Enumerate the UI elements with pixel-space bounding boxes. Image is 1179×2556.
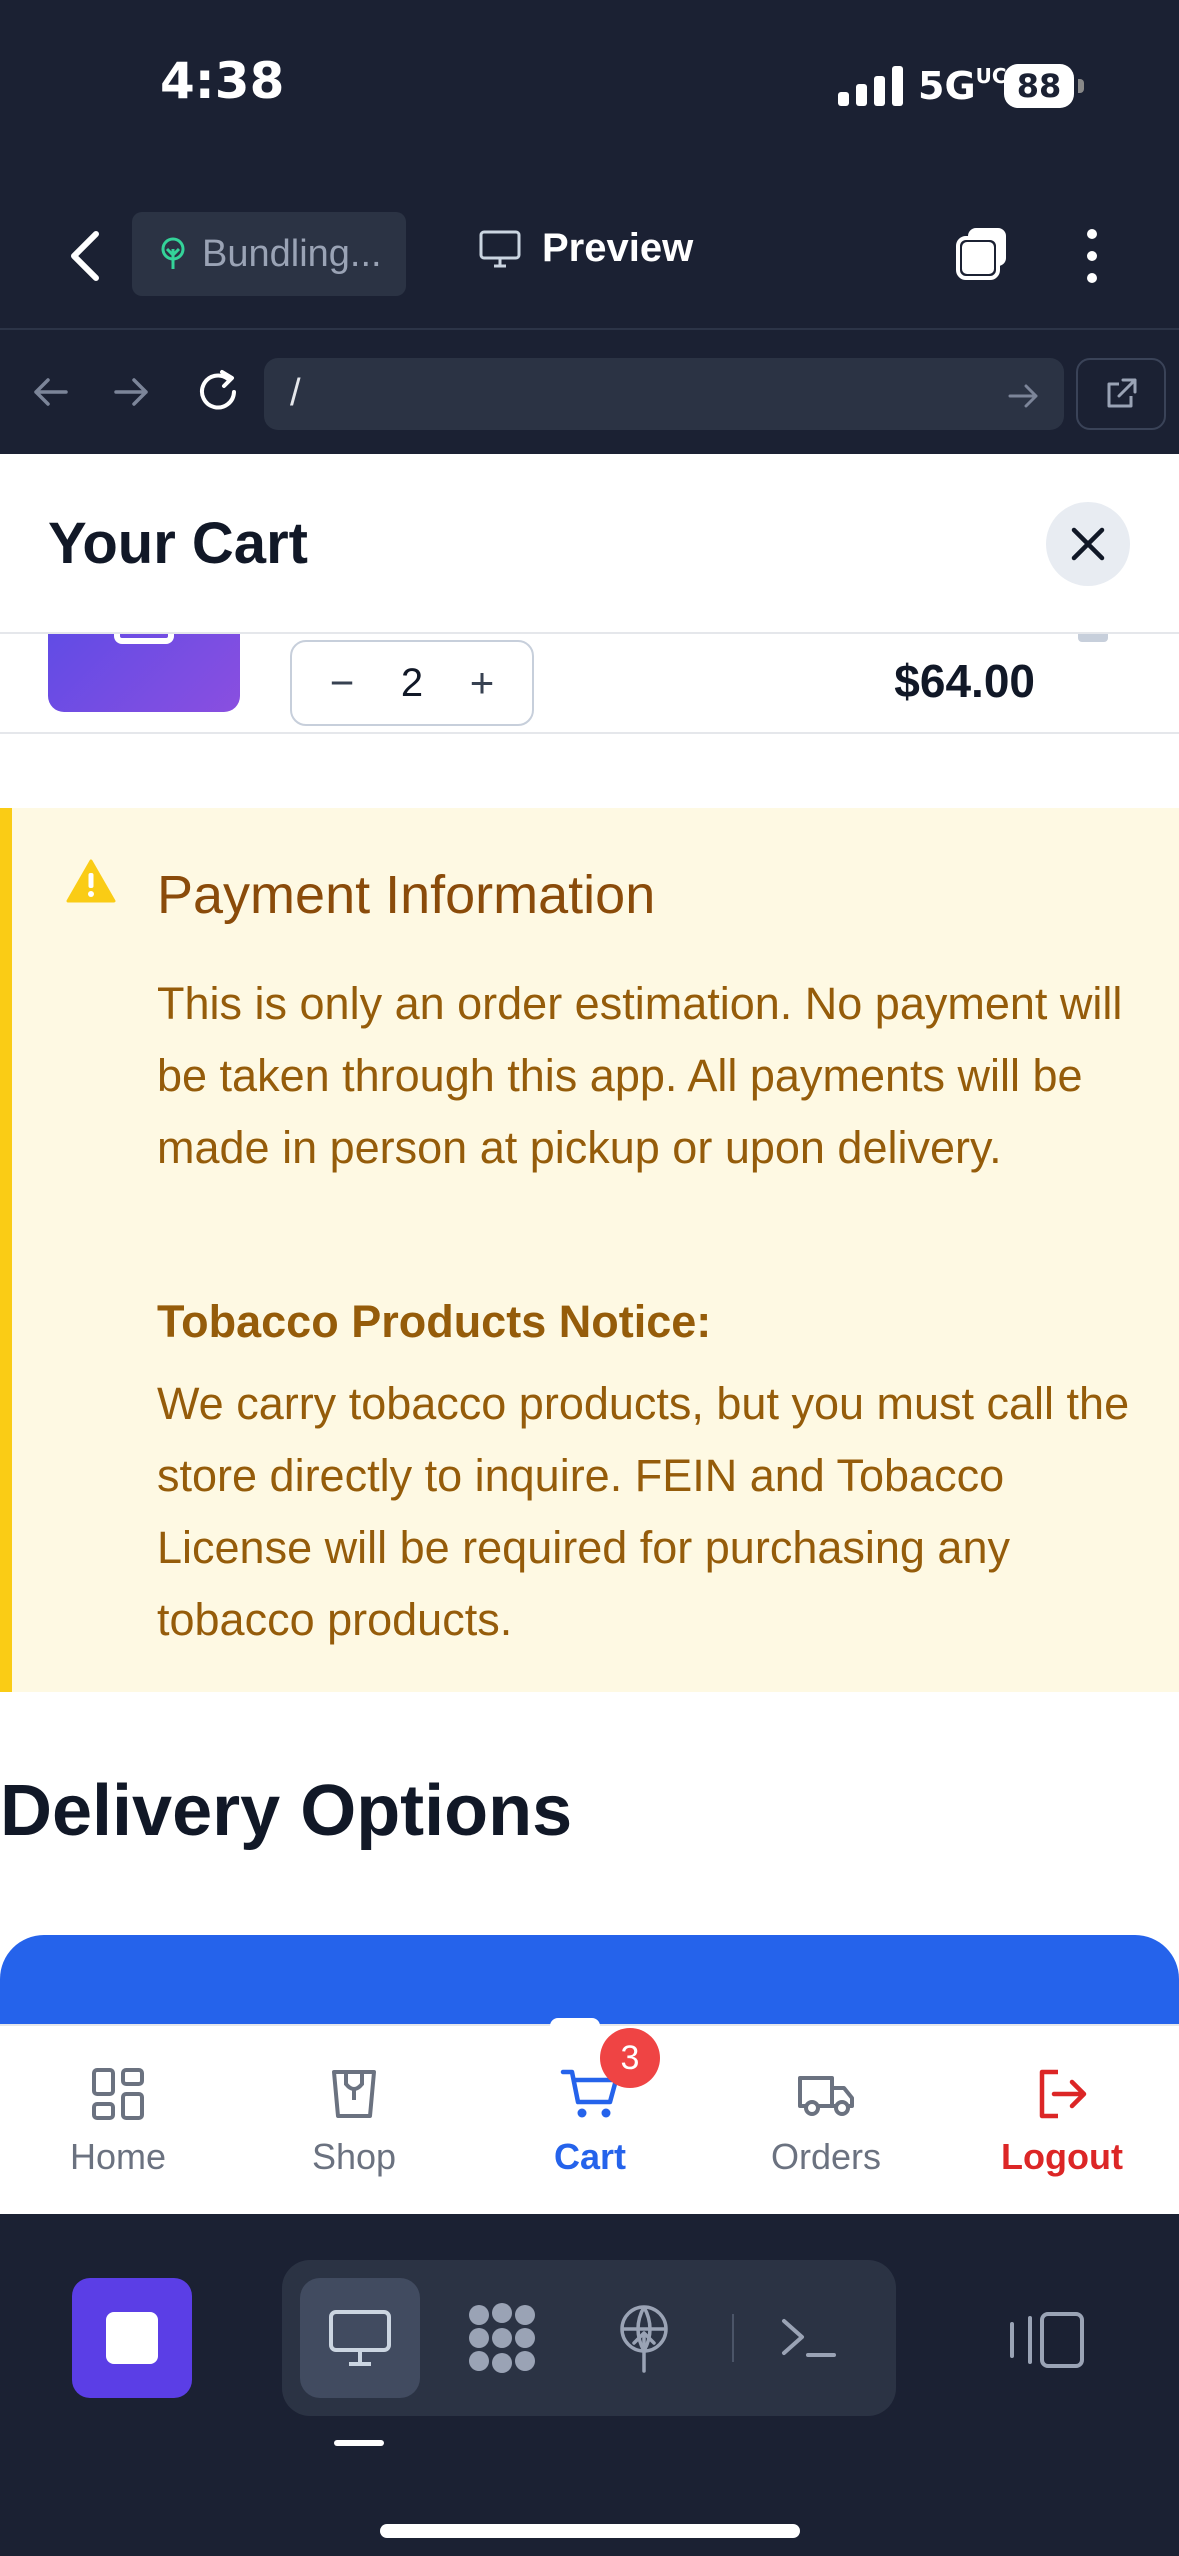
cart-title: Your Cart (48, 511, 308, 576)
signal-icon (838, 66, 903, 106)
editor-dock (0, 2214, 1179, 2556)
network-label: 5G (918, 64, 976, 108)
nav-home[interactable]: Home (0, 2026, 236, 2214)
cart-count-badge: 3 (600, 2028, 660, 2088)
tree-icon (161, 237, 185, 269)
url-bar-row: / (0, 332, 1179, 454)
nav-forward-icon[interactable] (110, 370, 154, 414)
payment-notice: Payment Information This is only an orde… (0, 808, 1179, 1692)
close-cart-button[interactable] (1046, 502, 1130, 586)
bottom-nav: Home Shop Cart 3 Orders Logout (0, 2018, 1179, 2214)
tobacco-notice-title: Tobacco Products Notice: (157, 1296, 712, 1347)
nav-logout-label: Logout (1001, 2136, 1123, 2177)
increment-button[interactable]: + (462, 659, 502, 707)
go-arrow-icon[interactable] (1006, 378, 1042, 414)
reload-icon[interactable] (192, 366, 244, 418)
nav-orders-label: Orders (770, 2136, 882, 2177)
open-external-button[interactable] (1076, 358, 1166, 430)
grid-icon (92, 2068, 144, 2120)
dock-deploy-button[interactable] (584, 2278, 704, 2398)
dock-active-indicator (334, 2440, 384, 2446)
remove-item-icon[interactable] (1078, 634, 1108, 642)
stop-icon (106, 2312, 158, 2364)
nav-home-label: Home (69, 2136, 167, 2177)
close-icon (1071, 527, 1105, 561)
nav-shop-label: Shop (311, 2136, 397, 2177)
apps-icon (469, 2303, 535, 2373)
item-price: $64.00 (894, 655, 1035, 707)
tobacco-notice-body: We carry tobacco products, but you must … (157, 1378, 1130, 1645)
preview-tab[interactable]: Preview (478, 226, 693, 271)
stop-button[interactable] (72, 2278, 192, 2398)
quantity-value[interactable]: 2 (401, 661, 423, 706)
app-viewport: Your Cart − 2 + $64.00 Payment Informati… (0, 454, 1179, 2214)
nav-logout[interactable]: Logout (944, 2026, 1179, 2214)
nav-shop[interactable]: Shop (236, 2026, 472, 2214)
nav-cart-label: Cart (553, 2136, 627, 2177)
tabs-icon[interactable] (952, 224, 1012, 284)
back-chevron-icon[interactable] (62, 228, 112, 284)
monitor-icon (479, 230, 521, 267)
quantity-stepper: − 2 + (290, 640, 534, 726)
panel-toggle-icon[interactable] (1004, 2308, 1088, 2372)
deploy-icon (620, 2305, 668, 2373)
network-sup: UC (975, 64, 1007, 88)
dock-apps-button[interactable] (442, 2278, 562, 2398)
delivery-options-title: Delivery Options (0, 1771, 573, 1851)
notice-title: Payment Information (157, 865, 656, 925)
status-bar: 4:38 5GUC 88 (0, 0, 1179, 180)
dock-preview-button[interactable] (300, 2278, 420, 2398)
preview-label: Preview (542, 226, 694, 270)
nav-back-icon[interactable] (28, 370, 72, 414)
url-path: / (290, 372, 301, 414)
nav-orders[interactable]: Orders (708, 2026, 944, 2214)
delivery-option-button[interactable] (0, 1935, 1179, 2025)
dock-separator (732, 2314, 734, 2362)
monitor-icon (329, 2310, 391, 2366)
logout-icon (1039, 2069, 1087, 2119)
terminal-icon (782, 2319, 836, 2357)
dock-terminal-button[interactable] (748, 2278, 868, 2398)
status-time: 4:38 (160, 52, 285, 110)
dock-tool-group (282, 2260, 896, 2416)
editor-topbar: Bundling... Preview (0, 180, 1179, 330)
project-selector[interactable]: Bundling... (132, 212, 406, 296)
home-indicator (380, 2524, 800, 2538)
warning-icon (66, 859, 116, 903)
cart-item-row: − 2 + $64.00 (0, 594, 1179, 734)
external-link-icon (1107, 378, 1137, 408)
project-name: Bundling... (202, 232, 382, 275)
url-input[interactable]: / (264, 358, 1064, 430)
notice-body: This is only an order estimation. No pay… (157, 978, 1123, 1173)
truck-icon (798, 2076, 854, 2116)
more-options-icon[interactable] (1072, 224, 1112, 288)
battery-icon: 88 (1004, 64, 1084, 108)
network-type: 5GUC (918, 64, 1007, 108)
shopping-bag-icon (332, 2070, 376, 2118)
decrement-button[interactable]: − (322, 659, 362, 707)
nav-cart[interactable]: Cart 3 (472, 2026, 708, 2214)
cart-header: Your Cart (0, 454, 1179, 634)
